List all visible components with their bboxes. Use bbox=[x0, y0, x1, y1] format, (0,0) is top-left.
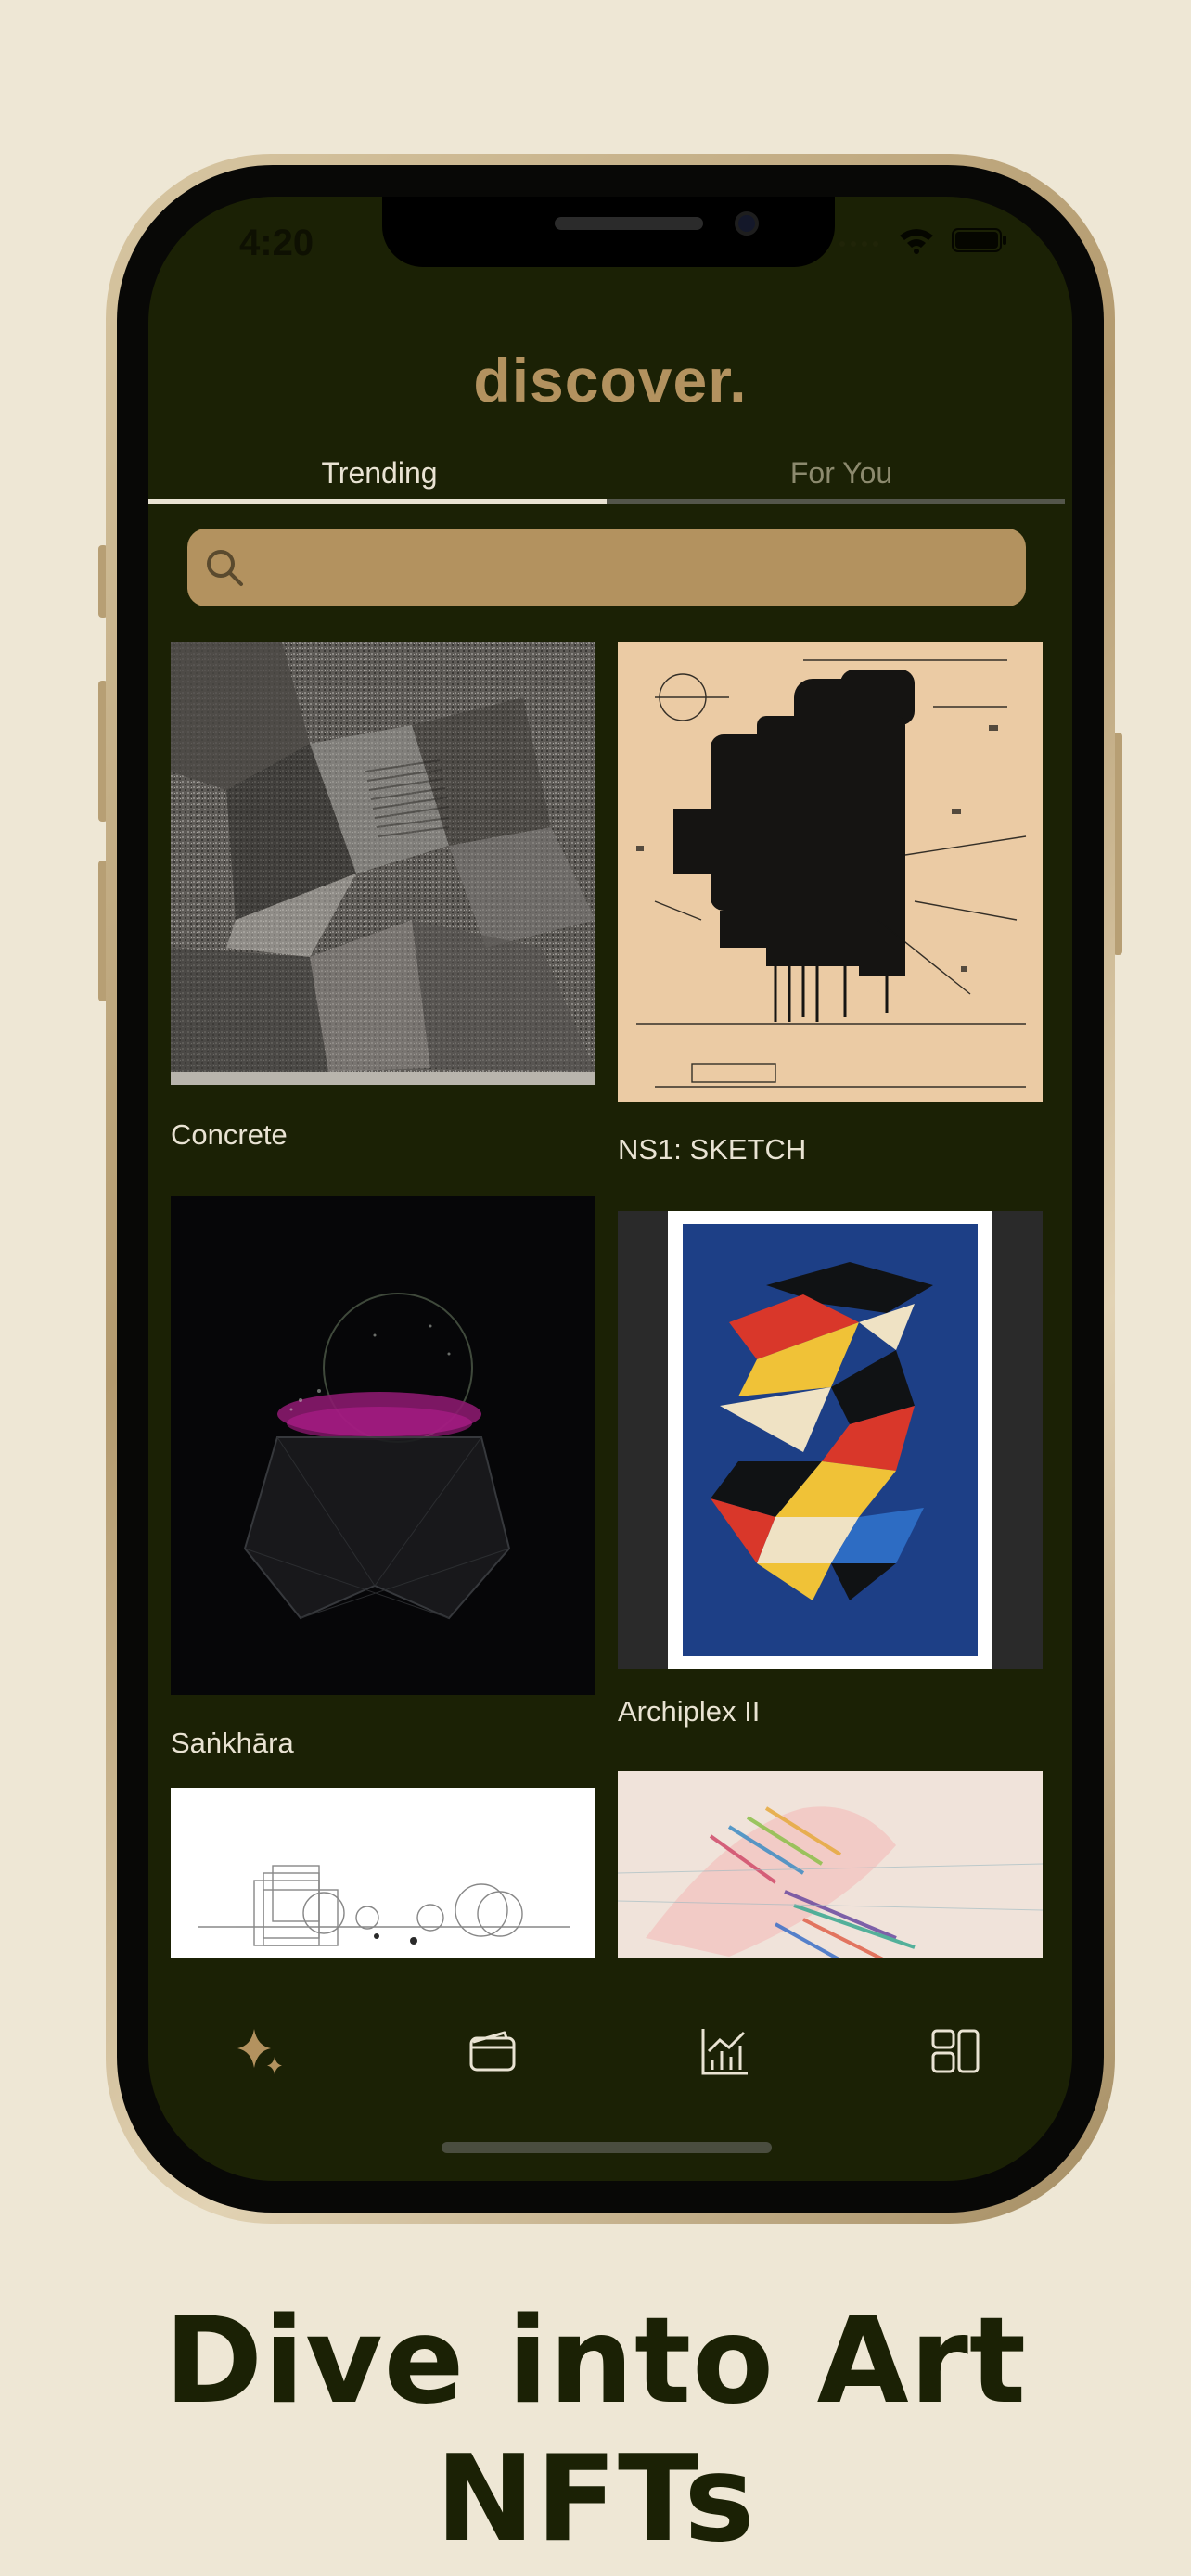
app-screen: 4:20 discover. Trending For You Concrete… bbox=[148, 197, 1072, 2181]
artwork-image bbox=[618, 642, 1043, 1102]
wallet-icon bbox=[469, 2031, 516, 2072]
signal-icon bbox=[839, 241, 878, 247]
nav-dashboard[interactable] bbox=[909, 2005, 1002, 2098]
status-icons bbox=[837, 226, 1007, 254]
tab-for-you[interactable]: For You bbox=[610, 456, 1072, 501]
status-time: 4:20 bbox=[239, 223, 314, 263]
artwork-title: Saṅkhāra bbox=[171, 1727, 294, 1759]
front-camera bbox=[735, 211, 759, 236]
artwork-card[interactable] bbox=[171, 1788, 596, 1958]
artwork-card[interactable]: Saṅkhāra bbox=[171, 1196, 596, 1759]
nav-discover[interactable] bbox=[213, 2005, 306, 2098]
nav-wallet[interactable] bbox=[445, 2005, 538, 2098]
artwork-grid: Concrete NS1: SKETCH Saṅkhāra Archiplex … bbox=[171, 642, 1043, 1958]
artwork-title: NS1: SKETCH bbox=[618, 1133, 807, 1166]
speaker bbox=[555, 217, 703, 230]
tab-trending[interactable]: Trending bbox=[148, 456, 610, 501]
artwork-image bbox=[618, 1771, 1043, 1958]
artwork-card[interactable] bbox=[618, 1771, 1043, 1958]
chart-icon bbox=[701, 2029, 748, 2075]
tab-bar: Trending For You bbox=[148, 456, 1072, 501]
page-title: discover. bbox=[473, 346, 748, 414]
sparkle-icon bbox=[237, 2029, 282, 2074]
marketing-tagline: Dive into Art NFTs bbox=[164, 2292, 1027, 2569]
artwork-card[interactable]: Concrete bbox=[171, 642, 596, 1151]
notch bbox=[382, 197, 835, 267]
artwork-title: Concrete bbox=[171, 1118, 288, 1151]
artwork-image bbox=[171, 642, 596, 1085]
artwork-title: Archiplex II bbox=[618, 1695, 761, 1728]
search-input[interactable] bbox=[187, 529, 1026, 606]
phone-frame: 4:20 discover. Trending For You Concrete… bbox=[106, 154, 1115, 2224]
artwork-image bbox=[618, 1211, 1043, 1669]
home-indicator[interactable] bbox=[442, 2142, 772, 2153]
nav-stats[interactable] bbox=[677, 2005, 770, 2098]
artwork-card[interactable]: NS1: SKETCH bbox=[618, 642, 1043, 1166]
battery-icon bbox=[952, 228, 1006, 252]
artwork-image bbox=[171, 1788, 596, 1958]
artwork-card[interactable]: Archiplex II bbox=[618, 1211, 1043, 1728]
tab-trending-indicator bbox=[148, 499, 607, 504]
tab-for-you-indicator bbox=[607, 499, 1065, 504]
search-icon bbox=[207, 550, 243, 586]
wifi-icon bbox=[900, 229, 933, 254]
bottom-nav bbox=[148, 2005, 1072, 2098]
dashboard-icon bbox=[931, 2029, 980, 2073]
artwork-image bbox=[171, 1196, 596, 1695]
